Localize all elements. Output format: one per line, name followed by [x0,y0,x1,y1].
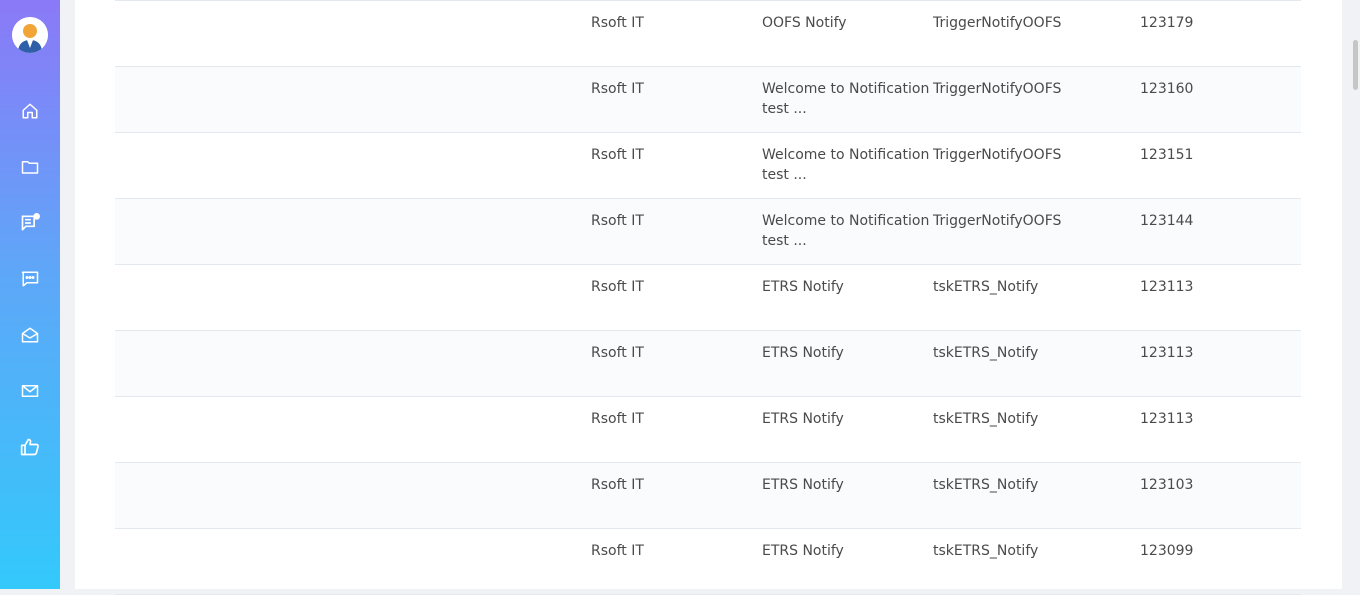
folder-icon[interactable] [18,155,42,179]
sidebar [0,0,60,589]
table-row[interactable]: Rsoft IT Welcome to Notification test ...… [115,133,1301,199]
table-cell-col5: 123113 [1140,345,1194,361]
table-row[interactable]: Rsoft IT OOFS Notify TriggerNotifyOOFS 1231… [115,0,1301,67]
main-content: Rsoft IT OOFS Notify TriggerNotifyOOFS 1231… [75,0,1342,595]
table-cell-col5: 123103 [1140,477,1194,493]
table-row[interactable]: Rsoft IT Welcome to Notification test ...… [115,66,1301,133]
table-cell-col4: TriggerNotifyOOFS [933,147,1062,163]
scrollbar[interactable] [1350,0,1360,589]
table-cell-col3: ETRS Notify [762,279,844,295]
table-cell-col1 [115,463,591,529]
table-cell-col2: Rsoft IT [591,279,644,295]
mail-icon[interactable] [18,379,42,403]
mail-open-icon[interactable] [18,323,42,347]
table-cell-col2: Rsoft IT [591,147,644,163]
table-row[interactable]: Rsoft IT Welcome to Notification test ...… [115,198,1301,265]
table-cell-col1 [115,133,591,199]
table-cell-col3: ETRS Notify [762,411,844,427]
user-avatar[interactable] [12,17,48,53]
table-cell-col3: ETRS Notify [762,345,844,361]
table-cell-col4: tskETRS_Notify [933,477,1039,493]
table-cell-col3: ETRS Notify [762,543,844,559]
table-cell-col4: TriggerNotifyOOFS [933,213,1062,229]
table-cell-col3: Welcome to Notification test ... [762,213,930,249]
table-cell-col2: Rsoft IT [591,543,644,559]
scrollbar-thumb[interactable] [1353,40,1358,90]
table-cell-col2: Rsoft IT [591,477,644,493]
notification-list-icon[interactable] [18,211,42,235]
table-cell-col1 [115,529,591,595]
table-cell-col3: OOFS Notify [762,15,847,31]
table-cell-col1 [115,265,591,331]
table-cell-col2: Rsoft IT [591,15,644,31]
table-cell-col2: Rsoft IT [591,345,644,361]
table-cell-col4: tskETRS_Notify [933,279,1039,295]
table-cell-col5: 123099 [1140,543,1194,559]
notifications-table: Rsoft IT OOFS Notify TriggerNotifyOOFS 1231… [115,0,1301,595]
table-cell-col5: 123113 [1140,279,1194,295]
table-row[interactable]: Rsoft IT ETRS Notify tskETRS_Notify 123113 [115,265,1301,331]
table-cell-col5: 123113 [1140,411,1194,427]
avatar-image [12,17,48,53]
table-cell-col3: Welcome to Notification test ... [762,147,930,183]
table-row[interactable]: Rsoft IT ETRS Notify tskETRS_Notify 123099 [115,529,1301,595]
table-cell-col4: TriggerNotifyOOFS [933,15,1062,31]
table-cell-col1 [115,331,591,397]
table-row[interactable]: Rsoft IT ETRS Notify tskETRS_Notify 123113 [115,330,1301,397]
table-cell-col4: TriggerNotifyOOFS [933,81,1062,97]
table-cell-col4: tskETRS_Notify [933,543,1039,559]
table-cell-col1 [115,1,591,67]
chat-icon[interactable] [18,267,42,291]
table-cell-col1 [115,67,591,133]
table-cell-col1 [115,397,591,463]
table-cell-col5: 123144 [1140,213,1194,229]
thumbs-up-icon[interactable] [18,435,42,459]
table-row[interactable]: Rsoft IT ETRS Notify tskETRS_Notify 123113 [115,397,1301,463]
table-row[interactable]: Rsoft IT ETRS Notify tskETRS_Notify 123103 [115,462,1301,529]
home-icon[interactable] [18,99,42,123]
table-cell-col5: 123179 [1140,15,1194,31]
table-cell-col5: 123160 [1140,81,1194,97]
table-cell-col4: tskETRS_Notify [933,411,1039,427]
table-cell-col3: ETRS Notify [762,477,844,493]
table-cell-col5: 123151 [1140,147,1194,163]
table-cell-col1 [115,199,591,265]
table-cell-col2: Rsoft IT [591,213,644,229]
table-cell-col2: Rsoft IT [591,81,644,97]
table-cell-col3: Welcome to Notification test ... [762,81,930,117]
table-cell-col4: tskETRS_Notify [933,345,1039,361]
table-cell-col2: Rsoft IT [591,411,644,427]
